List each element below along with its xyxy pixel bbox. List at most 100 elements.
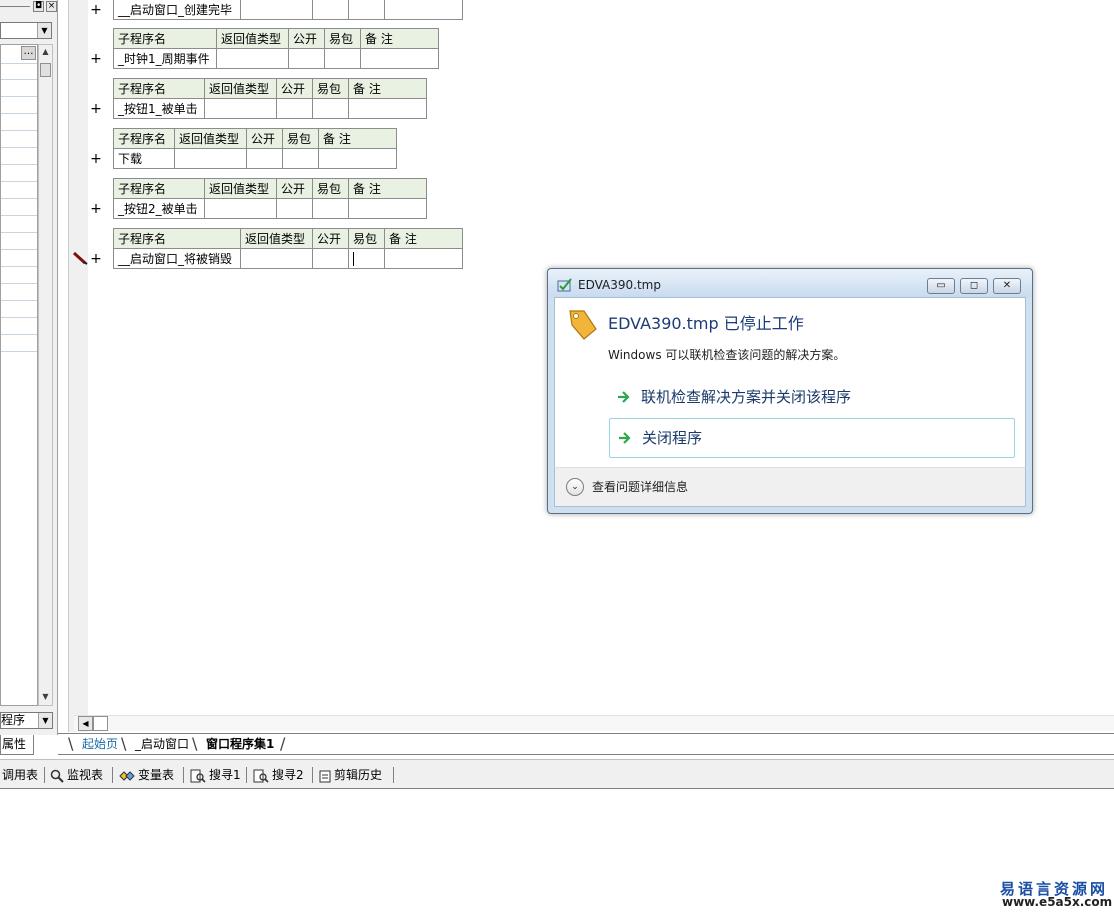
green-arrow-icon <box>619 432 631 444</box>
toolbar-watch-table[interactable]: 监视表 <box>50 766 103 784</box>
scroll-down-icon[interactable]: ▼ <box>40 691 51 703</box>
return-type-cell[interactable] <box>174 148 247 169</box>
public-cell[interactable] <box>276 98 313 119</box>
remark-cell[interactable] <box>318 148 397 169</box>
editor-hscrollbar[interactable]: ◀ <box>74 715 1114 731</box>
toolbar-search-2[interactable]: 搜寻2 <box>253 766 304 784</box>
subroutine-table: 子程序名 返回值类型 公开 易包 备 注 __启动窗口_将被销毁 <box>113 228 463 269</box>
column-header: 子程序名 <box>113 78 205 99</box>
table-header-row: 子程序名 返回值类型 公开 易包 备 注 <box>113 28 439 49</box>
remark-cell[interactable] <box>348 198 427 219</box>
expand-icon[interactable]: + <box>89 202 103 216</box>
program-combo-text: 程序 <box>1 713 26 727</box>
toolbar-label: 变量表 <box>138 768 175 782</box>
toolbar-label: 剪辑历史 <box>334 768 383 782</box>
epackage-cell[interactable] <box>348 0 385 20</box>
chevron-down-icon[interactable]: ▼ <box>38 713 52 728</box>
return-type-cell[interactable] <box>204 198 277 219</box>
scroll-left-icon[interactable]: ◀ <box>78 716 93 731</box>
remark-cell[interactable] <box>348 98 427 119</box>
column-header: 返回值类型 <box>240 228 313 249</box>
toolbar-variable-table[interactable]: 变量表 <box>119 766 174 784</box>
toolbar-label: 搜寻1 <box>209 768 241 782</box>
expand-icon[interactable]: + <box>89 152 103 166</box>
return-type-cell[interactable] <box>240 248 313 269</box>
property-scrollbar[interactable]: ▲ ▼ <box>38 44 53 706</box>
chevron-down-icon[interactable]: ▼ <box>37 23 51 38</box>
close-program-button[interactable]: 关闭程序 <box>609 418 1015 458</box>
table-header-row: 子程序名 返回值类型 公开 易包 备 注 <box>113 178 427 199</box>
chevron-down-icon[interactable]: ⌄ <box>566 478 584 496</box>
toolbar-clip-history[interactable]: 剪辑历史 <box>319 766 382 784</box>
panel-close-button[interactable]: × <box>46 1 57 12</box>
view-details-label: 查看问题详细信息 <box>592 480 689 494</box>
epackage-cell[interactable] <box>324 48 361 69</box>
tab-window-assembly[interactable]: 窗口程序集1 <box>196 735 282 754</box>
public-cell[interactable] <box>288 48 325 69</box>
remark-cell[interactable] <box>360 48 439 69</box>
close-button[interactable]: ✕ <box>993 278 1021 294</box>
maximize-button[interactable]: ◻ <box>960 278 988 294</box>
toolbar-search-1[interactable]: 搜寻1 <box>190 766 241 784</box>
expand-icon[interactable]: + <box>89 3 103 17</box>
subroutine-name[interactable]: _按钮2_被单击 <box>113 198 205 219</box>
program-combo[interactable]: 程序 ▼ <box>0 712 53 729</box>
scroll-up-icon[interactable]: ▲ <box>40 46 51 58</box>
table-row: 下载 <box>113 148 397 169</box>
table-row: _按钮1_被单击 <box>113 98 427 119</box>
dialog-footer: ⌄ 查看问题详细信息 <box>554 467 1026 507</box>
column-header: 备 注 <box>384 228 463 249</box>
column-header: 返回值类型 <box>174 128 247 149</box>
dialog-heading: EDVA390.tmp 已停止工作 <box>608 314 804 333</box>
epackage-cell[interactable] <box>312 98 349 119</box>
warning-tag-icon <box>569 310 597 340</box>
public-cell[interactable] <box>276 198 313 219</box>
tab-properties-label: 属性 <box>2 737 27 751</box>
table-row: __启动窗口_创建完毕 <box>113 0 463 20</box>
column-header: 易包 <box>324 28 361 49</box>
tab-startup-window[interactable]: _启动窗口 <box>125 735 197 754</box>
property-list[interactable]: … <box>0 44 38 706</box>
return-type-cell[interactable] <box>216 48 289 69</box>
object-combo[interactable]: ▼ <box>0 22 52 39</box>
public-cell[interactable] <box>312 0 349 20</box>
subroutine-table: 子程序名 返回值类型 公开 易包 备 注 _时钟1_周期事件 <box>113 28 439 69</box>
subroutine-name[interactable]: _按钮1_被单击 <box>113 98 205 119</box>
epackage-cell[interactable] <box>312 198 349 219</box>
scroll-thumb[interactable] <box>40 63 51 77</box>
subroutine-name[interactable]: _时钟1_周期事件 <box>113 48 217 69</box>
subroutine-name[interactable]: 下载 <box>113 148 175 169</box>
public-cell[interactable] <box>246 148 283 169</box>
return-type-cell[interactable] <box>204 98 277 119</box>
epackage-cell[interactable] <box>282 148 319 169</box>
subroutine-table: 子程序名 返回值类型 公开 易包 备 注 _按钮2_被单击 <box>113 178 427 219</box>
minimize-button[interactable]: ▭ <box>927 278 955 294</box>
dialog-title: EDVA390.tmp <box>578 278 661 292</box>
subroutine-name[interactable]: __启动窗口_创建完毕 <box>113 0 241 20</box>
column-header: 备 注 <box>360 28 439 49</box>
error-dialog: EDVA390.tmp ▭ ◻ ✕ EDVA390.tmp 已停止工作 Wind… <box>547 268 1033 514</box>
expand-icon[interactable]: + <box>89 252 103 266</box>
view-details-toggle[interactable]: ⌄ 查看问题详细信息 <box>566 478 688 496</box>
check-online-button[interactable]: 联机检查解决方案并关闭该程序 <box>609 378 1015 418</box>
column-header: 公开 <box>288 28 325 49</box>
table-row: __启动窗口_将被销毁 <box>113 248 463 269</box>
toolbar-call-table[interactable]: 调用表 <box>2 766 38 784</box>
subroutine-table: 子程序名 返回值类型 公开 易包 备 注 下载 <box>113 128 397 169</box>
column-header: 备 注 <box>348 178 427 199</box>
panel-restore-button[interactable]: ◘ <box>33 1 44 12</box>
remark-cell[interactable] <box>384 248 463 269</box>
remark-cell[interactable] <box>384 0 463 20</box>
epackage-cell[interactable] <box>348 248 385 269</box>
dialog-titlebar[interactable]: EDVA390.tmp ▭ ◻ ✕ <box>548 269 1032 297</box>
subroutine-name[interactable]: __启动窗口_将被销毁 <box>113 248 241 269</box>
tab-start-page[interactable]: 起始页 <box>72 735 126 754</box>
watermark-url: www.e5a5x.com <box>1002 895 1113 909</box>
ellipsis-button[interactable]: … <box>21 46 36 60</box>
tab-properties[interactable]: 属性 <box>0 735 34 755</box>
scroll-thumb[interactable] <box>93 716 108 731</box>
public-cell[interactable] <box>312 248 349 269</box>
return-type-cell[interactable] <box>240 0 313 20</box>
expand-icon[interactable]: + <box>89 52 103 66</box>
expand-icon[interactable]: + <box>89 102 103 116</box>
